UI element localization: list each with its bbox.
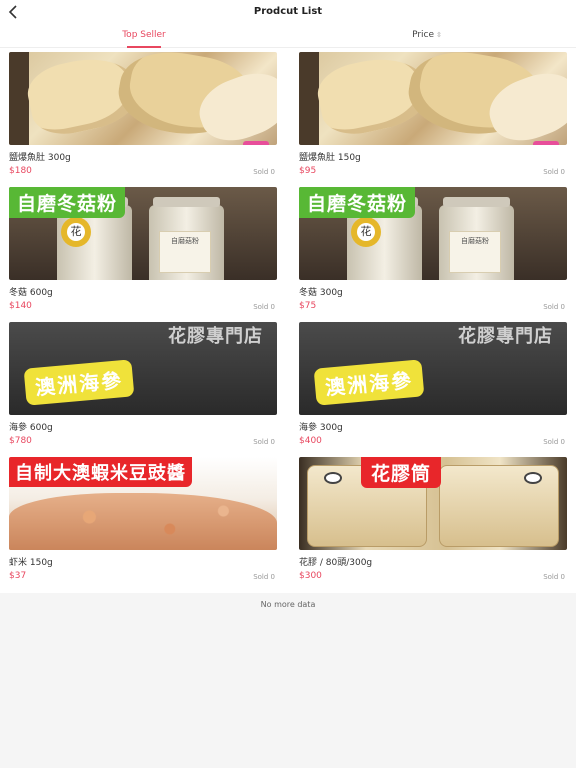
tab-top-seller[interactable]: Top Seller <box>94 30 194 48</box>
shop-sign: 花膠專門店 <box>458 326 553 347</box>
product-sold-count: Sold 0 <box>543 438 565 446</box>
product-price: $300 <box>299 571 322 581</box>
image-tag: 澳洲海參 <box>23 359 135 406</box>
product-name: 鹽爆魚肚 150g <box>299 153 361 163</box>
product-card[interactable]: 鹽爆魚肚 150g $95 Sold 0 <box>299 48 567 183</box>
product-price: $180 <box>9 166 32 176</box>
tab-top-seller-label: Top Seller <box>122 30 166 40</box>
product-sold-count: Sold 0 <box>253 168 275 176</box>
tab-price-label: Price <box>412 30 435 40</box>
sort-tabs: Top Seller Price ⇳ <box>0 26 576 48</box>
product-name: 鹽爆魚肚 300g <box>9 153 71 163</box>
product-image <box>299 52 567 145</box>
product-sold-count: Sold 0 <box>543 303 565 311</box>
product-name: 海參 300g <box>299 423 343 433</box>
product-image: 自制大澳蝦米豆豉醬 <box>9 457 277 550</box>
no-more-data: No more data <box>260 600 316 609</box>
product-image: 花膠專門店 澳洲海參 <box>9 322 277 415</box>
product-name: 冬菇 600g <box>9 288 53 298</box>
product-price: $780 <box>9 436 32 446</box>
product-card[interactable]: 鹽爆魚肚 300g $180 Sold 0 <box>9 48 277 183</box>
product-card[interactable]: 花膠專門店 澳洲海參 海參 300g $400 Sold 0 <box>299 318 567 453</box>
image-tag: 自制大澳蝦米豆豉醬 <box>9 457 192 487</box>
product-name: 海參 600g <box>9 423 53 433</box>
product-price: $37 <box>9 571 27 581</box>
product-sold-count: Sold 0 <box>543 573 565 581</box>
product-image: 花 自磨菇粉 自磨冬菇粉 <box>299 187 567 280</box>
tab-price[interactable]: Price ⇳ <box>377 30 477 48</box>
product-card[interactable]: 花 自磨菇粉 自磨冬菇粉 冬菇 600g $140 Sold 0 <box>9 183 277 318</box>
product-card[interactable]: 自制大澳蝦米豆豉醬 虾米 150g $37 Sold 0 <box>9 453 277 588</box>
product-price: $75 <box>299 301 317 311</box>
product-image: 花膠筒 <box>299 457 567 550</box>
product-card[interactable]: 花膠專門店 澳洲海參 海參 600g $780 Sold 0 <box>9 318 277 453</box>
product-name: 虾米 150g <box>9 558 53 568</box>
image-tag: 自磨冬菇粉 <box>9 187 126 218</box>
product-card[interactable]: 花膠筒 花膠 / 80頭/300g $300 Sold 0 <box>299 453 567 588</box>
product-image: 花 自磨菇粉 自磨冬菇粉 <box>9 187 277 280</box>
product-grid: 鹽爆魚肚 300g $180 Sold 0 鹽爆魚肚 150g $95 Sold… <box>0 48 576 593</box>
product-price: $95 <box>299 166 317 176</box>
product-sold-count: Sold 0 <box>543 168 565 176</box>
image-tag: 自磨冬菇粉 <box>299 187 416 218</box>
product-sold-count: Sold 0 <box>253 573 275 581</box>
top-bar: Prodcut List <box>0 0 576 26</box>
page-title: Prodcut List <box>253 6 323 17</box>
product-sold-count: Sold 0 <box>253 303 275 311</box>
shop-sign: 花膠專門店 <box>168 326 263 347</box>
sort-updown-icon: ⇳ <box>436 31 442 39</box>
product-image <box>9 52 277 145</box>
product-sold-count: Sold 0 <box>253 438 275 446</box>
image-tag: 澳洲海參 <box>313 359 425 406</box>
product-name: 冬菇 300g <box>299 288 343 298</box>
product-name: 花膠 / 80頭/300g <box>299 558 373 568</box>
product-card[interactable]: 花 自磨菇粉 自磨冬菇粉 冬菇 300g $75 Sold 0 <box>299 183 567 318</box>
image-tag: 花膠筒 <box>361 457 442 488</box>
product-price: $400 <box>299 436 322 446</box>
product-image: 花膠專門店 澳洲海參 <box>299 322 567 415</box>
product-price: $140 <box>9 301 32 311</box>
